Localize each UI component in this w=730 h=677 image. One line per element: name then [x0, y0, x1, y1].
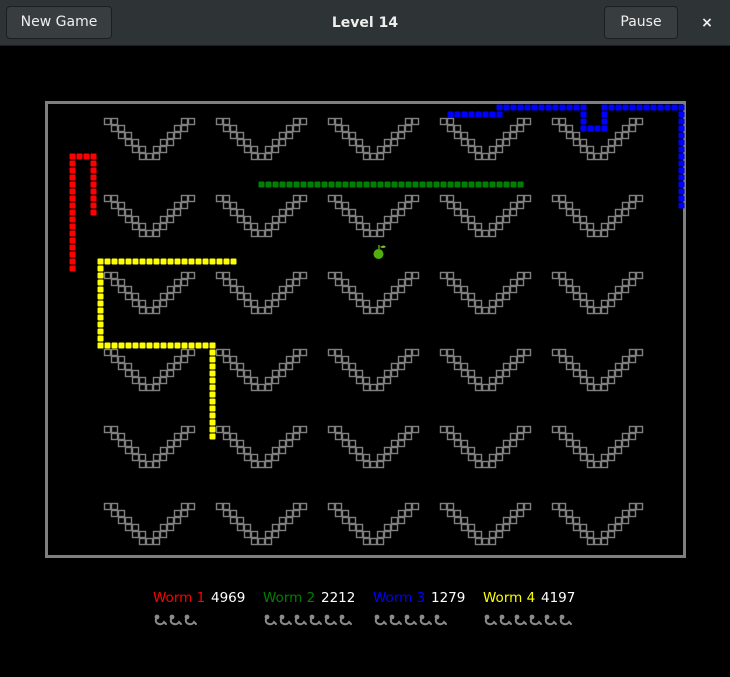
wall-v-obstacle — [215, 502, 308, 546]
wall-v-obstacle — [551, 117, 644, 161]
wall-v-obstacle — [439, 194, 532, 238]
worm-life-icon — [389, 614, 402, 626]
worm-3-lives — [373, 614, 448, 626]
apple-icon — [373, 245, 386, 259]
wall-v-obstacle — [103, 348, 196, 392]
wall-v-obstacle — [327, 425, 420, 469]
wall-v-obstacle — [439, 425, 532, 469]
worm-life-icon — [434, 614, 447, 626]
worm-life-icon — [499, 614, 512, 626]
wall-v-obstacle — [215, 425, 308, 469]
worm-2-lives — [263, 614, 353, 626]
worm-life-icon — [339, 614, 352, 626]
wall-v-obstacle — [439, 271, 532, 315]
worm-life-icon — [184, 614, 197, 626]
worm-life-icon — [544, 614, 557, 626]
worm-life-icon — [559, 614, 572, 626]
wall-v-obstacle — [551, 194, 644, 238]
worm-life-icon — [294, 614, 307, 626]
worm-life-icon — [169, 614, 182, 626]
wall-v-obstacle — [327, 271, 420, 315]
worm-life-icon — [484, 614, 497, 626]
worm-4-lives — [483, 614, 573, 626]
worm-life-icon — [309, 614, 322, 626]
wall-v-obstacle — [327, 194, 420, 238]
worm-life-icon — [404, 614, 417, 626]
game-window: New Game Level 14 Pause × Worm 1 4969 Wo… — [0, 0, 730, 677]
wall-v-obstacle — [439, 117, 532, 161]
wall-v-obstacle — [551, 425, 644, 469]
wall-v-obstacle — [103, 271, 196, 315]
wall-v-obstacle — [215, 348, 308, 392]
worm-life-icon — [419, 614, 432, 626]
worm-3-name: Worm 3 — [373, 590, 426, 606]
worm-life-icon — [279, 614, 292, 626]
worm-life-icon — [374, 614, 387, 626]
wall-v-obstacle — [327, 117, 420, 161]
worm-4-name: Worm 4 — [483, 590, 536, 606]
wall-v-obstacle — [103, 117, 196, 161]
worm-2-body — [258, 181, 524, 188]
game-arena — [45, 101, 686, 558]
wall-v-obstacle — [103, 194, 196, 238]
worm-1-name: Worm 1 — [153, 590, 206, 606]
wall-v-obstacle — [551, 348, 644, 392]
scoreboard: Worm 1 4969 Worm 2 2212 Worm 3 1279 Worm… — [0, 588, 730, 628]
worm-1-body — [69, 153, 97, 272]
wall-v-obstacle — [215, 194, 308, 238]
worm-2-name: Worm 2 — [263, 590, 316, 606]
arena-border — [45, 101, 686, 558]
wall-v-obstacle — [439, 502, 532, 546]
wall-v-obstacle — [551, 271, 644, 315]
worm-2-points: 2212 — [321, 590, 356, 606]
worm-life-icon — [154, 614, 167, 626]
worm-4-points: 4197 — [541, 590, 576, 606]
wall-v-obstacle — [327, 348, 420, 392]
wall-v-obstacle — [551, 502, 644, 546]
wall-v-obstacle — [439, 348, 532, 392]
worm-1-lives — [153, 614, 198, 626]
wall-v-obstacle — [327, 502, 420, 546]
worm-life-icon — [514, 614, 527, 626]
worm-life-icon — [529, 614, 542, 626]
wall-v-obstacle — [103, 425, 196, 469]
worm-life-icon — [264, 614, 277, 626]
worm-3-points: 1279 — [431, 590, 466, 606]
worm-life-icon — [324, 614, 337, 626]
worm-1-points: 4969 — [211, 590, 246, 606]
wall-v-obstacle — [215, 271, 308, 315]
wall-v-obstacle — [215, 117, 308, 161]
wall-v-obstacle — [103, 502, 196, 546]
